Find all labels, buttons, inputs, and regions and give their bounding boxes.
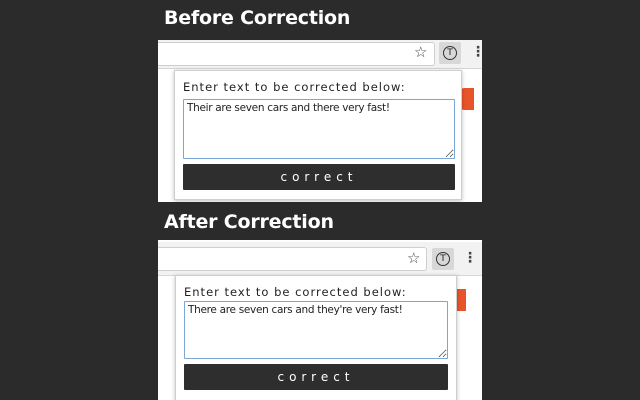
- browser-toolbar: ☆ T ⋮: [158, 40, 482, 69]
- correction-textarea[interactable]: There are seven cars and they're very fa…: [184, 301, 448, 359]
- before-heading: Before Correction: [164, 7, 351, 29]
- correction-textarea[interactable]: Their are seven cars and there very fast…: [183, 99, 455, 159]
- popup-label: Enter text to be corrected below:: [183, 80, 406, 94]
- after-popup: Enter text to be corrected below: There …: [175, 275, 457, 400]
- menu-dots-icon[interactable]: ⋮: [471, 43, 482, 61]
- address-bar[interactable]: [158, 42, 435, 66]
- address-bar[interactable]: [158, 247, 427, 271]
- before-browser-panel: ☆ T ⋮ Enter text to be corrected below: …: [158, 40, 482, 202]
- after-browser-panel: ☆ T ⋮ Enter text to be corrected below: …: [158, 240, 482, 400]
- star-icon[interactable]: ☆: [414, 43, 427, 61]
- extension-t-icon: T: [443, 46, 457, 60]
- star-icon[interactable]: ☆: [407, 249, 420, 267]
- extension-button[interactable]: T: [439, 42, 461, 64]
- extension-t-icon: T: [436, 252, 450, 266]
- correct-button[interactable]: correct: [184, 364, 448, 390]
- before-popup: Enter text to be corrected below: Their …: [174, 70, 462, 200]
- browser-toolbar: ☆ T ⋮: [158, 242, 482, 276]
- popup-label: Enter text to be corrected below:: [184, 285, 407, 299]
- correct-button[interactable]: correct: [183, 164, 455, 190]
- menu-dots-icon[interactable]: ⋮: [463, 249, 477, 267]
- after-heading: After Correction: [164, 211, 334, 233]
- extension-button[interactable]: T: [432, 248, 454, 270]
